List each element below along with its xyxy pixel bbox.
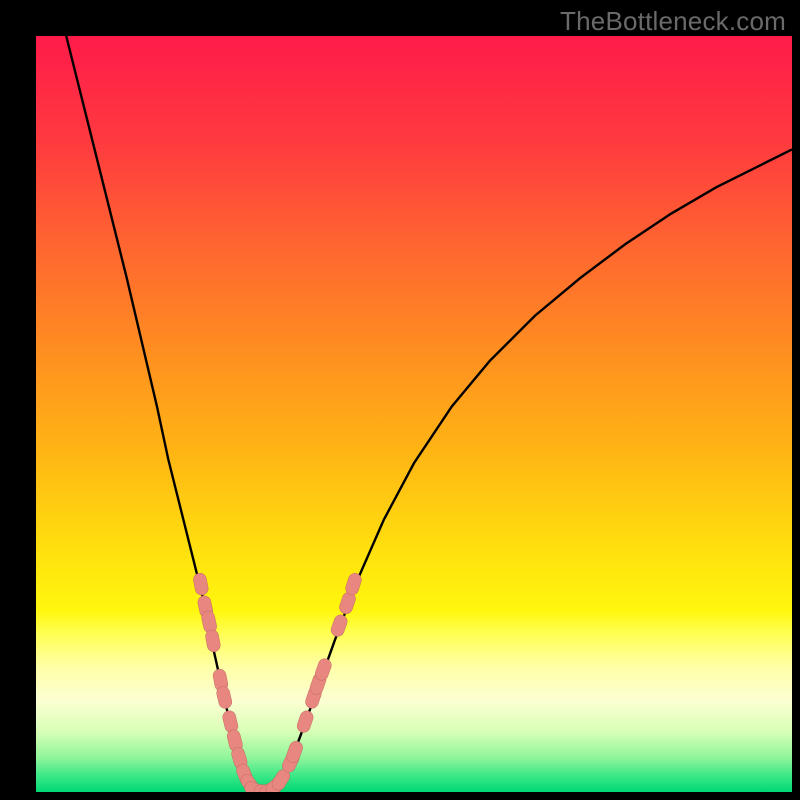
data-point-marker bbox=[215, 685, 233, 709]
bottleneck-curve bbox=[66, 36, 792, 792]
curve-layer bbox=[36, 36, 792, 792]
data-point-marker bbox=[204, 629, 221, 653]
data-point-marker bbox=[329, 613, 349, 638]
data-point-marker bbox=[192, 572, 209, 596]
data-point-marker bbox=[295, 709, 314, 734]
chart-frame: TheBottleneck.com bbox=[0, 0, 800, 800]
plot-area bbox=[36, 36, 792, 792]
watermark-text: TheBottleneck.com bbox=[560, 6, 786, 37]
data-points-group bbox=[192, 572, 363, 792]
